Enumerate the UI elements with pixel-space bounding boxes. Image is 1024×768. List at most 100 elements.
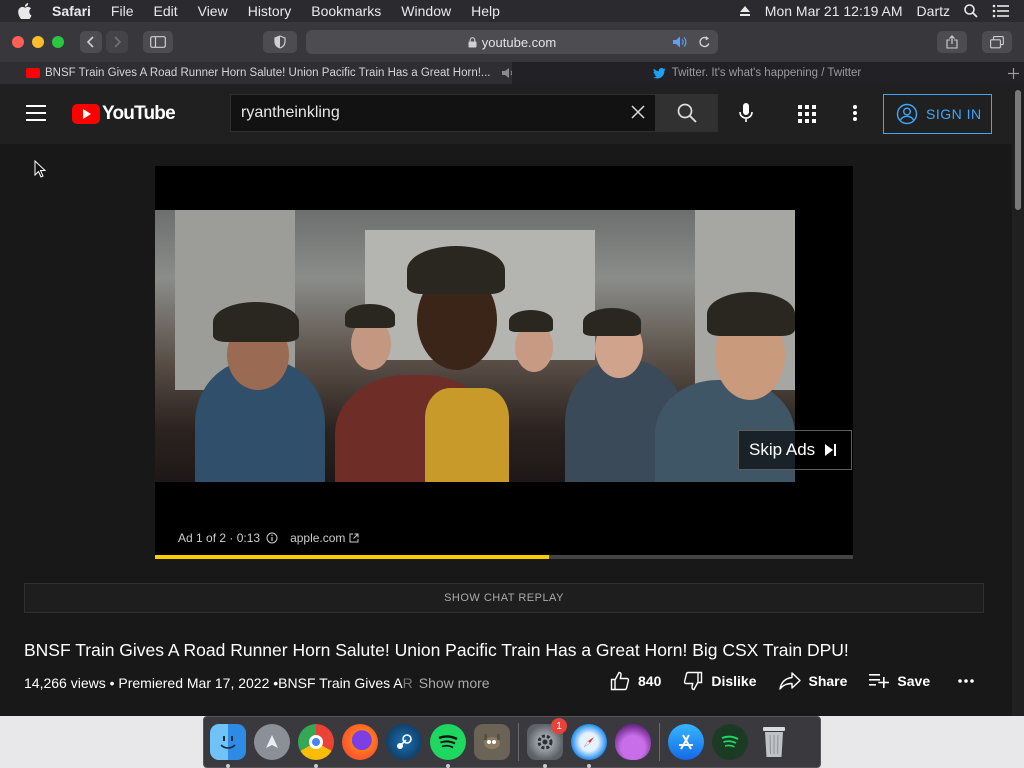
safari-icon[interactable] bbox=[571, 724, 607, 768]
tab-title: Twitter. It's what's happening / Twitter bbox=[671, 67, 862, 79]
menubar-clock[interactable]: Mon Mar 21 12:19 AM bbox=[765, 3, 903, 19]
reload-icon[interactable] bbox=[698, 35, 711, 52]
show-chat-replay-button[interactable]: SHOW CHAT REPLAY bbox=[24, 583, 984, 613]
spotify-waves-glyph bbox=[438, 735, 458, 749]
macos-menubar: Safari File Edit View History Bookmarks … bbox=[0, 0, 1024, 22]
zoom-window-button[interactable] bbox=[52, 36, 64, 48]
youtube-apps-icon[interactable] bbox=[798, 105, 816, 128]
more-actions-button[interactable] bbox=[958, 679, 982, 683]
tor-browser-icon[interactable] bbox=[615, 724, 651, 760]
app-store-icon[interactable] bbox=[668, 724, 704, 760]
ad-progress-fill bbox=[155, 555, 550, 559]
plus-icon bbox=[1007, 67, 1019, 79]
skip-ads-button[interactable]: Skip Ads bbox=[738, 430, 852, 470]
steam-icon[interactable] bbox=[386, 724, 422, 760]
tab-twitter[interactable]: Twitter. It's what's happening / Twitter bbox=[512, 62, 1002, 84]
mute-tab-icon[interactable] bbox=[501, 67, 512, 79]
menu-bookmarks[interactable]: Bookmarks bbox=[311, 3, 381, 19]
menu-view[interactable]: View bbox=[198, 3, 228, 19]
youtube-masthead: YouTube ryantheinkling SIGN IN bbox=[0, 84, 1012, 144]
menubar-user[interactable]: Dartz bbox=[917, 3, 950, 19]
video-player[interactable]: Skip Ads Ad 1 of 2 · 0:13 apple.com bbox=[155, 166, 853, 559]
audio-playing-icon[interactable] bbox=[672, 35, 688, 52]
eject-icon[interactable] bbox=[739, 5, 751, 17]
gimp-icon[interactable] bbox=[474, 724, 510, 760]
menu-app-name[interactable]: Safari bbox=[52, 3, 91, 19]
dock-divider bbox=[659, 723, 660, 761]
safari-toolbar: youtube.com bbox=[0, 22, 1024, 62]
share-video-button[interactable]: Share bbox=[778, 672, 848, 690]
shield-icon bbox=[274, 35, 286, 49]
running-indicator bbox=[543, 764, 547, 768]
chrome-icon[interactable] bbox=[298, 724, 334, 768]
search-button[interactable] bbox=[656, 94, 718, 132]
search-input[interactable]: ryantheinkling bbox=[230, 94, 656, 132]
video-actions: 840 Dislike Share Save bbox=[610, 671, 1004, 691]
menu-file[interactable]: File bbox=[111, 3, 134, 19]
tabs-icon bbox=[990, 35, 1004, 48]
steam-glyph bbox=[397, 734, 412, 749]
finder-icon[interactable] bbox=[210, 724, 246, 768]
forward-button[interactable] bbox=[106, 31, 128, 53]
menu-help[interactable]: Help bbox=[471, 3, 500, 19]
sign-in-button[interactable]: SIGN IN bbox=[883, 94, 992, 134]
guide-menu-icon[interactable] bbox=[26, 105, 46, 121]
share-label: Share bbox=[808, 673, 848, 689]
voice-search-icon[interactable] bbox=[736, 102, 756, 129]
youtube-wordmark: YouTube bbox=[102, 103, 176, 124]
share-arrow-icon bbox=[778, 672, 801, 690]
dislike-button[interactable]: Dislike bbox=[683, 671, 757, 691]
window-controls bbox=[12, 36, 72, 48]
show-more-link[interactable]: Show more bbox=[419, 675, 490, 691]
menu-window[interactable]: Window bbox=[401, 3, 451, 19]
clear-search-icon[interactable] bbox=[631, 105, 645, 124]
page-scrollbar[interactable] bbox=[1012, 84, 1024, 716]
system-preferences-icon[interactable]: 1 bbox=[527, 718, 567, 768]
back-button[interactable] bbox=[80, 31, 102, 53]
twitter-bird-icon bbox=[652, 67, 666, 78]
apple-menu-icon[interactable] bbox=[18, 3, 38, 19]
menu-history[interactable]: History bbox=[248, 3, 292, 19]
launchpad-icon[interactable] bbox=[254, 724, 290, 760]
frame-person bbox=[425, 388, 509, 482]
tab-overview-button[interactable] bbox=[982, 31, 1012, 53]
spotify-icon[interactable] bbox=[430, 724, 466, 768]
info-icon[interactable] bbox=[266, 532, 278, 544]
frame-cap bbox=[407, 246, 505, 294]
macos-dock: 1 bbox=[203, 716, 821, 768]
sidebar-icon bbox=[150, 36, 166, 48]
share-button[interactable] bbox=[937, 31, 967, 53]
tab-youtube[interactable]: BNSF Train Gives A Road Runner Horn Salu… bbox=[0, 62, 512, 84]
like-button[interactable]: 840 bbox=[610, 671, 661, 691]
address-bar[interactable]: youtube.com bbox=[306, 30, 718, 54]
youtube-logo[interactable]: YouTube bbox=[72, 103, 176, 125]
spotify-helper-icon[interactable] bbox=[712, 724, 748, 760]
save-button[interactable]: Save bbox=[869, 673, 930, 689]
tab-bar: BNSF Train Gives A Road Runner Horn Salu… bbox=[0, 62, 1024, 84]
scrollbar-thumb[interactable] bbox=[1015, 90, 1021, 210]
minimize-window-button[interactable] bbox=[32, 36, 44, 48]
settings-more-icon[interactable] bbox=[852, 104, 858, 127]
advertiser-link[interactable]: apple.com bbox=[290, 531, 345, 545]
address-url: youtube.com bbox=[481, 34, 557, 50]
new-tab-button[interactable] bbox=[1002, 62, 1024, 84]
description-snippet: BNSF Train Gives A bbox=[278, 675, 403, 691]
menu-edit[interactable]: Edit bbox=[153, 3, 177, 19]
ad-progress-bar[interactable] bbox=[155, 555, 853, 559]
notification-center-icon[interactable] bbox=[992, 4, 1010, 18]
lock-icon bbox=[468, 36, 477, 47]
external-link-icon bbox=[349, 533, 359, 543]
chevron-left-icon bbox=[86, 36, 94, 48]
dislike-label: Dislike bbox=[711, 673, 757, 689]
privacy-report-button[interactable] bbox=[263, 31, 297, 53]
close-window-button[interactable] bbox=[12, 36, 24, 48]
frame-cap bbox=[509, 310, 553, 332]
sidebar-toggle-button[interactable] bbox=[143, 31, 173, 53]
skip-next-icon bbox=[825, 444, 837, 456]
running-indicator bbox=[446, 764, 450, 768]
description-faded: R bbox=[402, 675, 413, 691]
dock-divider bbox=[518, 723, 519, 761]
spotlight-search-icon[interactable] bbox=[964, 4, 978, 18]
firefox-icon[interactable] bbox=[342, 724, 378, 760]
trash-icon[interactable] bbox=[756, 724, 792, 760]
